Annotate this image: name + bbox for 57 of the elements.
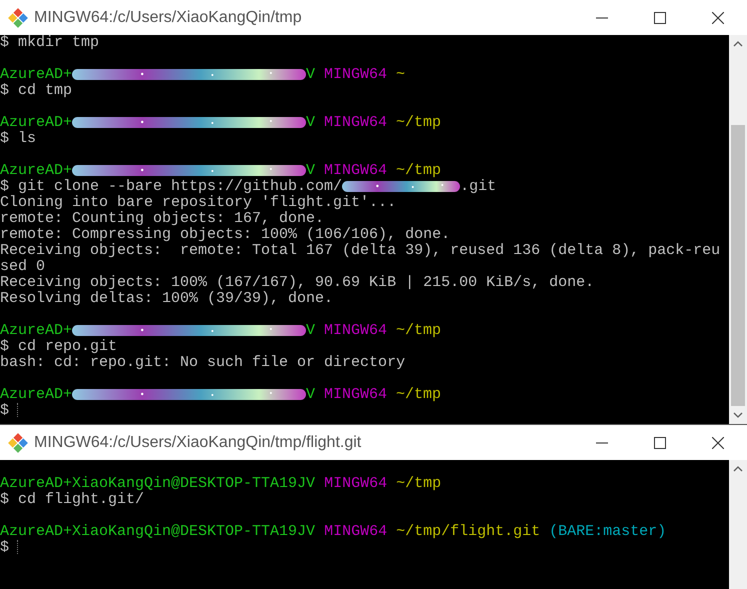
window-title: MINGW64:/c/Users/XiaoKangQin/tmp/flight.git [34,432,362,452]
app-icon [8,432,28,452]
terminal-text: $ ls [0,131,36,147]
terminal-text: MINGW64 [323,67,388,83]
terminal-text: AzureAD+XiaoKangQin@DESKTOP-TTA19JV [0,476,316,492]
terminal-text: MINGW64 [323,163,388,179]
terminal-text: $ cd repo.git [0,339,118,355]
terminal-text: Receiving objects: remote: Total 167 (delta 39), reused 136 (delta 8), pack-reu [0,243,720,259]
terminal-text: MINGW64 [323,524,388,540]
terminal-text: sed 0 [0,259,46,275]
scrollbar-thumb[interactable] [731,125,745,406]
terminal-text: remote: Counting objects: 167, done. [0,211,324,227]
app-icon [8,8,28,28]
terminal-text: AzureAD+ [0,67,72,83]
terminal-text: Receiving objects: 100% (167/167), 90.69 KiB | 215.00 KiB/s, done. [0,275,594,291]
close-icon [712,436,724,448]
terminal-text: Cloning into bare repository 'flight.git'... [0,195,396,211]
terminal-text: AzureAD+ [0,387,72,403]
terminal-text: V [306,67,316,83]
window-title: MINGW64:/c/Users/XiaoKangQin/tmp [34,8,303,28]
terminal-text: ~/tmp [395,476,442,492]
scrollbar[interactable] [729,460,747,589]
close-icon [712,12,724,24]
terminal-text: V [306,163,316,179]
terminal-text: AzureAD+XiaoKangQin@DESKTOP-TTA19JV [0,524,316,540]
terminal-text: AzureAD+ [0,323,72,339]
terminal-text: ~/tmp/flight.git [395,524,540,540]
terminal-text: $ [0,403,10,419]
terminal-text: MINGW64 [323,476,388,492]
terminal-text: AzureAD+ [0,163,72,179]
terminal-text: MINGW64 [323,323,388,339]
text-cursor [17,403,18,418]
terminal-text: V [306,387,316,403]
terminal-text: ~/tmp [395,115,442,131]
terminal-text: ~/tmp [395,323,442,339]
terminal-text: $ cd flight.git/ [0,492,144,508]
terminal-text: V [306,323,316,339]
maximize-icon [654,436,666,448]
terminal-text: ~/tmp [395,387,442,403]
terminal-text: $ mkdir tmp [0,35,100,51]
terminal-text: ~/tmp [395,163,442,179]
terminal-text: AzureAD+ [0,115,72,131]
terminal-text: MINGW64 [323,115,388,131]
terminal-text: MINGW64 [323,387,388,403]
text-cursor [17,540,18,554]
terminal-text: ~ [395,67,406,83]
terminal-text: $ git clone --bare https://github.com/ [0,179,342,195]
terminal-text: V [306,115,316,131]
terminal-text: Resolving deltas: 100% (39/39), done. [0,291,334,307]
terminal-text: bash: cd: repo.git: No such file or directory [0,355,406,371]
terminal-text: $ [0,540,10,556]
terminal-text: (BARE:master) [548,524,666,540]
maximize-icon [654,12,666,24]
scrollbar[interactable] [729,35,747,424]
terminal-text: .git [460,179,496,195]
terminal-text: $ cd tmp [0,83,72,99]
terminal-text: remote: Compressing objects: 100% (106/106), done. [0,227,450,243]
